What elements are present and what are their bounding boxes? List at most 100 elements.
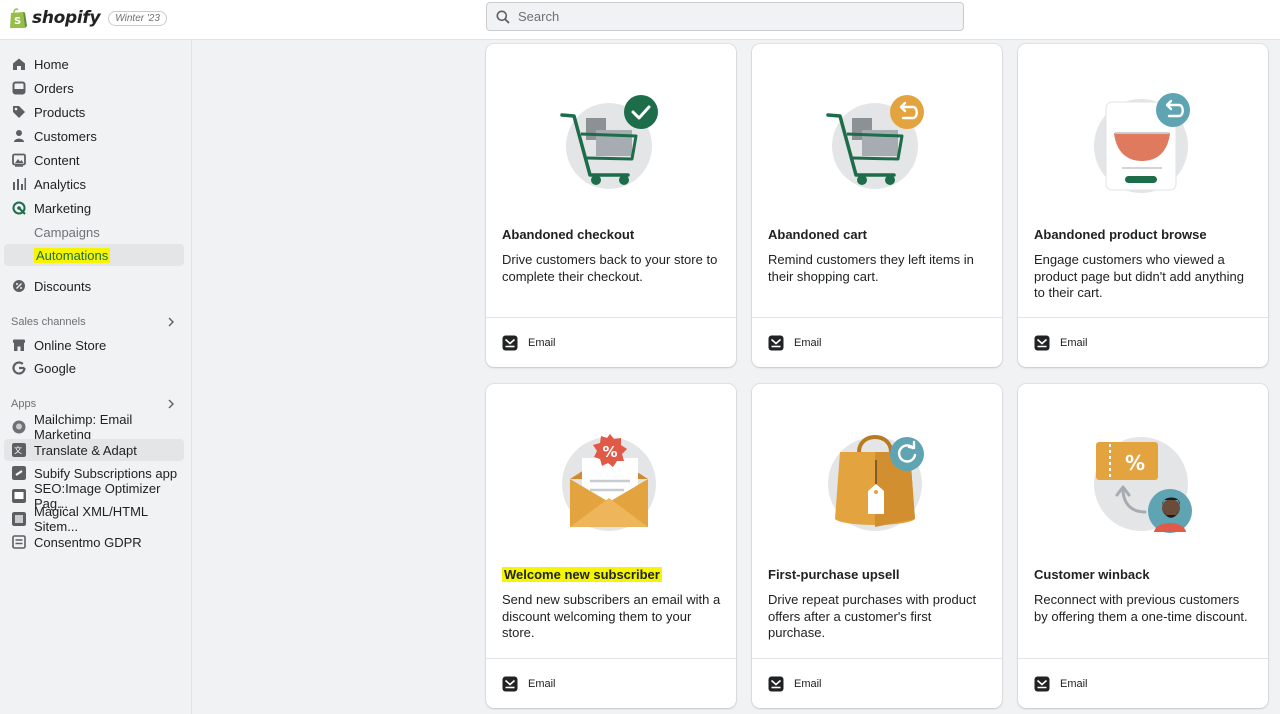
top-bar: S shopify Winter '23 [0,0,1280,40]
tag-icon [13,106,25,118]
svg-text:%: % [1125,451,1145,475]
search-input[interactable] [518,9,938,24]
sidebar-item-label: Content [34,152,80,168]
channel-label: Email [1060,336,1088,349]
sidebar-item-online-store[interactable]: Online Store [4,334,184,356]
mailchimp-icon [12,420,26,434]
sidebar-item-automations[interactable]: Automations [4,244,184,266]
home-icon [13,58,25,70]
search-icon [496,10,510,24]
email-icon [768,335,784,350]
sitemap-icon [12,512,26,526]
automation-card-abandoned-cart[interactable]: Abandoned cart Remind customers they lef… [752,44,1002,367]
card-title: Customer winback [1034,567,1150,582]
winback-illustration: % [1094,437,1192,533]
sidebar-item-label: Products [34,104,86,120]
person-icon [14,130,24,142]
translate-icon: 文 [12,443,26,457]
card-footer: Email [752,658,1002,708]
card-title: Abandoned product browse [1034,227,1207,242]
sidebar-item-label: Mailchimp: Email Marketing [34,412,133,442]
automation-card-abandoned-checkout[interactable]: Abandoned checkout Drive customers back … [486,44,736,367]
sidebar-item-campaigns[interactable]: Campaigns [4,221,184,243]
channel-label: Email [528,336,556,349]
automation-card-customer-winback[interactable]: % Customer winback Reconnect with previo… [1018,384,1268,708]
sidebar-item-home[interactable]: Home [4,53,184,75]
sidebar-item-label: Subify Subscriptions app [34,465,178,481]
shopping-bag-illustration [828,435,924,531]
card-footer: Email [486,658,736,708]
automation-card-abandoned-product-browse[interactable]: Abandoned product browse Engage customer… [1018,44,1268,367]
sidebar-item-label: Home [34,56,69,72]
sidebar: Home Orders Products Customers Content A… [0,40,192,714]
sidebar-item-label: Automations [34,247,111,263]
sidebar-item-label: Customers [34,128,97,144]
sidebar-item-label: Consentmo GDPR [34,534,142,550]
card-description: Engage customers who viewed a product pa… [1034,252,1244,300]
product-page-illustration [1094,93,1190,193]
sidebar-item-label: Translate & Adapt [34,442,137,458]
sidebar-item-label: Orders [34,80,74,96]
automation-card-first-purchase-upsell[interactable]: First-purchase upsell Drive repeat purch… [752,384,1002,708]
sidebar-item-consentmo[interactable]: Consentmo GDPR [4,531,184,553]
card-title: First-purchase upsell [768,567,900,582]
image-icon [12,153,26,167]
store-icon [13,339,25,351]
email-icon [1034,335,1050,350]
sidebar-item-label: Online Store [34,337,107,353]
sidebar-item-analytics[interactable]: Analytics [4,173,184,195]
seo-icon [12,489,26,503]
card-title: Abandoned cart [768,227,867,242]
sidebar-item-discounts[interactable]: Discounts [4,275,184,297]
section-heading: Sales channels [11,316,86,328]
edition-badge: Winter '23 [108,10,167,26]
sidebar-item-label: Google [34,360,76,376]
sidebar-item-mailchimp[interactable]: Mailchimp: Email Marketing [4,412,184,442]
sidebar-item-google[interactable]: Google [4,357,184,379]
sidebar-item-label: Marketing [34,200,92,216]
chevron-right-icon [168,399,174,409]
shopify-logo[interactable]: S shopify Winter '23 [8,6,167,30]
email-icon [502,676,518,691]
sidebar-item-products[interactable]: Products [4,101,184,123]
card-description: Drive customers back to your store to co… [502,252,718,284]
card-footer: Email [1018,658,1268,708]
channel-label: Email [528,677,556,690]
card-title: Abandoned checkout [502,227,635,242]
card-description: Drive repeat purchases with product offe… [768,592,977,640]
bar-chart-icon [13,178,26,190]
search-bar[interactable] [486,2,964,31]
discount-icon [13,280,25,292]
sidebar-item-translate-adapt[interactable]: 文 Translate & Adapt [4,439,184,461]
apps-header[interactable]: Apps [11,398,175,410]
sidebar-item-customers[interactable]: Customers [4,125,184,147]
card-footer: Email [486,317,736,367]
card-title-text: Welcome new subscriber [502,567,662,582]
sidebar-item-label: Discounts [34,278,92,294]
consentmo-icon [12,535,26,549]
email-icon [502,335,518,350]
google-icon [12,361,26,375]
automation-card-welcome-new-subscriber[interactable]: % Welcome new subscriber Send new subscr… [486,384,736,708]
email-icon [768,676,784,691]
sidebar-item-content[interactable]: Content [4,149,184,171]
envelope-discount-illustration: % [562,434,656,531]
card-description: Send new subscribers an email with a dis… [502,592,721,640]
sidebar-item-label: Magical XML/HTML Sitem... [34,504,148,534]
card-footer: Email [752,317,1002,367]
svg-text:%: % [602,443,617,461]
shopify-bag-icon: S [10,8,27,28]
email-icon [1034,676,1050,691]
sales-channels-header[interactable]: Sales channels [11,316,175,328]
card-title: Welcome new subscriber [502,567,662,582]
brand-name: shopify [32,8,101,28]
cart-return-illustration [826,95,924,189]
sidebar-item-label: Analytics [34,176,87,192]
inbox-icon [12,81,26,95]
subify-icon [12,466,26,480]
channel-label: Email [1060,677,1088,690]
sidebar-item-magical-xml[interactable]: Magical XML/HTML Sitem... [4,504,184,534]
sidebar-item-orders[interactable]: Orders [4,77,184,99]
card-description: Remind customers they left items in thei… [768,252,974,284]
sidebar-item-marketing[interactable]: Marketing [4,197,184,219]
